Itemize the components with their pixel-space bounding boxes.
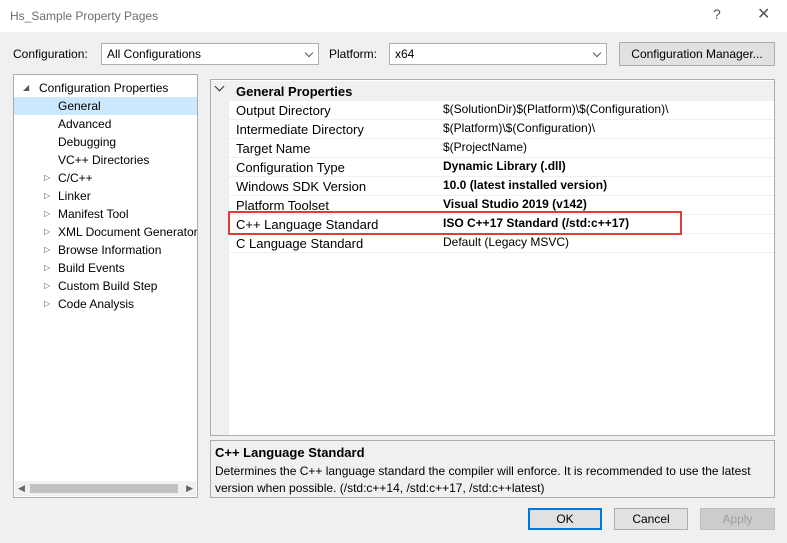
configuration-manager-button[interactable]: Configuration Manager...	[619, 42, 775, 66]
tree-item-browse-information[interactable]: ▷ Browse Information	[14, 241, 197, 259]
description-pane: C++ Language Standard Determines the C++…	[210, 440, 775, 498]
property-value[interactable]: 10.0 (latest installed version)	[443, 178, 607, 192]
tree-item-linker[interactable]: ▷ Linker	[14, 187, 197, 205]
property-row-cpp-language-standard[interactable]: C++ Language Standard ISO C++17 Standard…	[229, 215, 774, 234]
expand-arrow-icon[interactable]: ▷	[44, 241, 50, 259]
tree-item-custom-build-step[interactable]: ▷ Custom Build Step	[14, 277, 197, 295]
tree-item-label: Custom Build Step	[58, 279, 158, 293]
property-tree[interactable]: ◢ Configuration Properties General Advan…	[13, 74, 198, 498]
expand-arrow-icon[interactable]: ▷	[44, 259, 50, 277]
tree-item-label: Browse Information	[58, 243, 162, 257]
expand-arrow-icon[interactable]: ▷	[44, 169, 50, 187]
chevron-down-icon	[304, 48, 314, 58]
ok-button[interactable]: OK	[528, 508, 602, 530]
tree-item-label: Code Analysis	[58, 297, 135, 311]
tree-item-label: C/C++	[58, 171, 93, 185]
property-name: C++ Language Standard	[236, 217, 379, 232]
tree-item-manifest-tool[interactable]: ▷ Manifest Tool	[14, 205, 197, 223]
tree-item-label: Debugging	[58, 135, 117, 149]
scroll-right-icon[interactable]: ▶	[186, 483, 193, 494]
property-value[interactable]: Default (Legacy MSVC)	[443, 235, 569, 249]
tree-item-configuration-properties[interactable]: ◢ Configuration Properties	[14, 79, 197, 97]
tree-item-label: Configuration Properties	[39, 81, 169, 95]
tree-item-label: Manifest Tool	[58, 207, 129, 221]
scroll-left-icon[interactable]: ◀	[18, 483, 25, 494]
platform-value: x64	[395, 47, 415, 61]
property-value[interactable]: Visual Studio 2019 (v142)	[443, 197, 587, 211]
property-row-platform-toolset[interactable]: Platform Toolset Visual Studio 2019 (v14…	[229, 196, 774, 215]
tree-item-label: General	[58, 99, 101, 113]
chevron-down-icon	[592, 48, 602, 58]
grid-left-band	[211, 101, 229, 435]
cancel-button[interactable]: Cancel	[614, 508, 688, 530]
expanded-arrow-icon[interactable]: ◢	[23, 79, 29, 97]
apply-button[interactable]: Apply	[700, 508, 775, 530]
tree-item-label: XML Document Generator	[58, 225, 198, 239]
platform-label: Platform:	[329, 47, 378, 61]
scrollbar-thumb[interactable]	[30, 484, 178, 493]
property-row-target-name[interactable]: Target Name $(ProjectName)	[229, 139, 774, 158]
horizontal-scrollbar[interactable]: ◀ ▶	[15, 481, 196, 496]
property-name: Platform Toolset	[236, 198, 329, 213]
section-header[interactable]: General Properties	[211, 81, 774, 101]
tree-item-build-events[interactable]: ▷ Build Events	[14, 259, 197, 277]
property-value[interactable]: $(Platform)\$(Configuration)\	[443, 121, 595, 135]
property-name: Target Name	[236, 141, 311, 156]
configuration-label: Configuration:	[13, 47, 88, 61]
section-title: General Properties	[236, 84, 353, 99]
close-icon[interactable]: ✕	[757, 4, 770, 24]
tree-item-xml-document-generator[interactable]: ▷ XML Document Generator	[14, 223, 197, 241]
tree-item-debugging[interactable]: Debugging	[14, 133, 197, 151]
property-name: C Language Standard	[236, 236, 364, 251]
platform-select[interactable]: x64	[389, 43, 607, 65]
description-title: C++ Language Standard	[215, 445, 365, 460]
expand-arrow-icon[interactable]: ▷	[44, 295, 50, 313]
expand-arrow-icon[interactable]: ▷	[44, 187, 50, 205]
configuration-value: All Configurations	[107, 47, 202, 61]
tree-item-label: Advanced	[58, 117, 112, 131]
property-name: Intermediate Directory	[236, 122, 364, 137]
title-bar: Hs_Sample Property Pages ? ✕	[0, 0, 787, 32]
property-value[interactable]: ISO C++17 Standard (/std:c++17)	[443, 216, 629, 230]
configuration-select[interactable]: All Configurations	[101, 43, 319, 65]
property-row-configuration-type[interactable]: Configuration Type Dynamic Library (.dll…	[229, 158, 774, 177]
tree-item-c-cpp[interactable]: ▷ C/C++	[14, 169, 197, 187]
tree-item-code-analysis[interactable]: ▷ Code Analysis	[14, 295, 197, 313]
tree-item-general[interactable]: General	[14, 97, 197, 115]
window-title: Hs_Sample Property Pages	[10, 9, 159, 23]
collapse-chevron-icon[interactable]	[214, 81, 225, 92]
tree-item-advanced[interactable]: Advanced	[14, 115, 197, 133]
help-icon[interactable]: ?	[713, 6, 721, 22]
property-value[interactable]: $(ProjectName)	[443, 140, 527, 154]
expand-arrow-icon[interactable]: ▷	[44, 223, 50, 241]
tree-item-label: Build Events	[58, 261, 125, 275]
property-name: Configuration Type	[236, 160, 345, 175]
property-row-windows-sdk-version[interactable]: Windows SDK Version 10.0 (latest install…	[229, 177, 774, 196]
property-row-c-language-standard[interactable]: C Language Standard Default (Legacy MSVC…	[229, 234, 774, 253]
property-name: Output Directory	[236, 103, 331, 118]
property-grid[interactable]: General Properties Output Directory $(So…	[210, 79, 775, 436]
property-value[interactable]: Dynamic Library (.dll)	[443, 159, 566, 173]
tree-item-label: VC++ Directories	[58, 153, 150, 167]
tree-item-vc-directories[interactable]: VC++ Directories	[14, 151, 197, 169]
property-row-output-directory[interactable]: Output Directory $(SolutionDir)$(Platfor…	[229, 101, 774, 120]
property-name: Windows SDK Version	[236, 179, 367, 194]
expand-arrow-icon[interactable]: ▷	[44, 205, 50, 223]
tree-item-label: Linker	[58, 189, 91, 203]
property-row-intermediate-directory[interactable]: Intermediate Directory $(Platform)\$(Con…	[229, 120, 774, 139]
property-value[interactable]: $(SolutionDir)$(Platform)\$(Configuratio…	[443, 102, 668, 116]
description-body: Determines the C++ language standard the…	[215, 464, 751, 495]
expand-arrow-icon[interactable]: ▷	[44, 277, 50, 295]
